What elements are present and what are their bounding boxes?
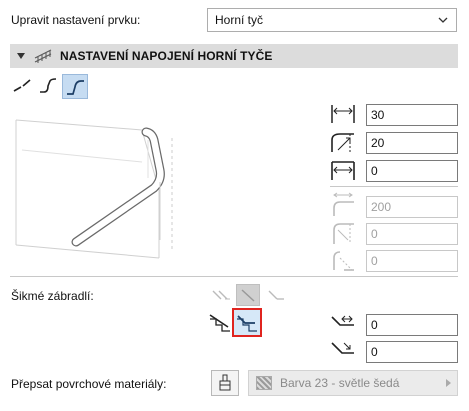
inclined-option-1-button[interactable] [209, 285, 233, 305]
inclined-step-button[interactable] [207, 310, 233, 336]
element-select-value: Horní tyč [215, 13, 264, 27]
inclined-option-1-icon [212, 290, 230, 300]
material-swatch-icon [256, 376, 272, 390]
railing-icon [34, 49, 52, 63]
radius-field[interactable]: 200 [366, 196, 458, 218]
inclined-option-3-icon [268, 290, 284, 300]
override-materials-button[interactable] [211, 370, 239, 396]
collapse-triangle-icon[interactable] [17, 53, 25, 59]
radius-offset-icon [333, 223, 354, 244]
inclined-field-2[interactable]: 0 [366, 341, 458, 363]
connection-straight-button[interactable] [10, 74, 34, 98]
radius-angle-icon [333, 251, 354, 271]
radius-offset-field[interactable]: 0 [366, 223, 458, 245]
divider [330, 186, 458, 187]
inclined-offset-icon [331, 315, 354, 326]
inclined-railing-label: Šikmé zábradlí: [11, 289, 94, 303]
connection-stepped-button[interactable] [62, 74, 88, 99]
width-field[interactable]: 30 [366, 104, 458, 126]
inclined-angle-icon [331, 342, 354, 354]
paint-brush-icon [219, 374, 231, 391]
stepped-connection-icon [67, 79, 84, 95]
material-value: Barva 23 - světle šedá [280, 376, 400, 390]
height-field[interactable]: 20 [366, 132, 458, 154]
inclined-option-3-button[interactable] [263, 285, 287, 305]
radius-angle-field[interactable]: 0 [366, 250, 458, 272]
curved-connection-icon [40, 78, 57, 93]
section-title: NASTAVENÍ NAPOJENÍ HORNÍ TYČE [60, 49, 273, 63]
inclined-step-selected-button[interactable] [232, 308, 262, 337]
straight-connection-icon [13, 79, 31, 92]
chevron-right-icon [446, 379, 451, 387]
inclined-field-1[interactable]: 0 [366, 314, 458, 336]
height-offset-icon [331, 133, 354, 152]
railing-preview-image [15, 119, 173, 259]
inclined-option-2-button[interactable] [236, 284, 260, 306]
edit-element-label: Upravit nastavení prvku: [11, 13, 141, 27]
section-divider [10, 276, 458, 277]
inclined-option-2-icon [241, 289, 255, 302]
offset-dimension-icon [331, 161, 355, 180]
chevron-down-icon [438, 17, 448, 23]
override-materials-label: Přepsat povrchové materiály: [11, 377, 167, 391]
element-select[interactable]: Horní tyč [207, 8, 457, 32]
offset-field[interactable]: 0 [366, 160, 458, 182]
connection-curved-button[interactable] [36, 74, 60, 98]
radius-icon [333, 192, 354, 216]
material-select[interactable]: Barva 23 - světle šedá [248, 370, 458, 396]
width-dimension-icon [331, 105, 355, 123]
section-header[interactable]: NASTAVENÍ NAPOJENÍ HORNÍ TYČE [10, 44, 458, 68]
inclined-step-selected-icon [237, 314, 257, 332]
inclined-step-icon [209, 314, 230, 332]
